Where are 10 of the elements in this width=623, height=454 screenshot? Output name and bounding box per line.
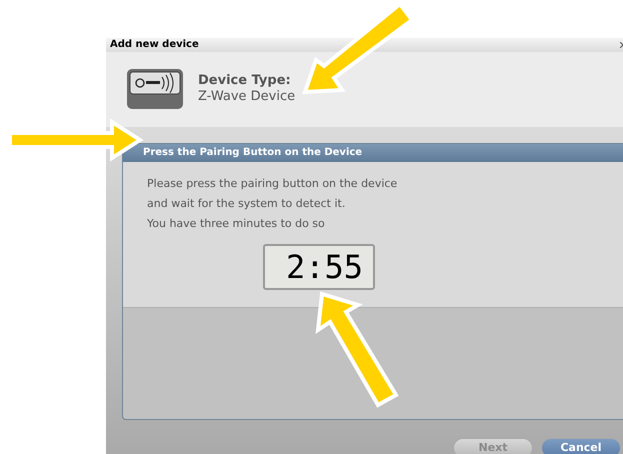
countdown-timer: 2:55	[263, 244, 375, 290]
instruction-text: You have three minutes to do so	[147, 216, 326, 232]
window-title: Add new device	[110, 40, 199, 50]
section-header: Press the Pairing Button on the Device	[123, 144, 623, 162]
wave-logo-icon	[126, 68, 184, 110]
device-type-value: Z-Wave Device	[198, 89, 296, 106]
device-type-label: Device Type:	[198, 73, 292, 90]
cancel-button[interactable]: Cancel	[541, 438, 621, 454]
instruction-text: and wait for the system to detect it.	[147, 196, 346, 212]
instruction-text: Please press the pairing button on the device	[147, 176, 398, 192]
